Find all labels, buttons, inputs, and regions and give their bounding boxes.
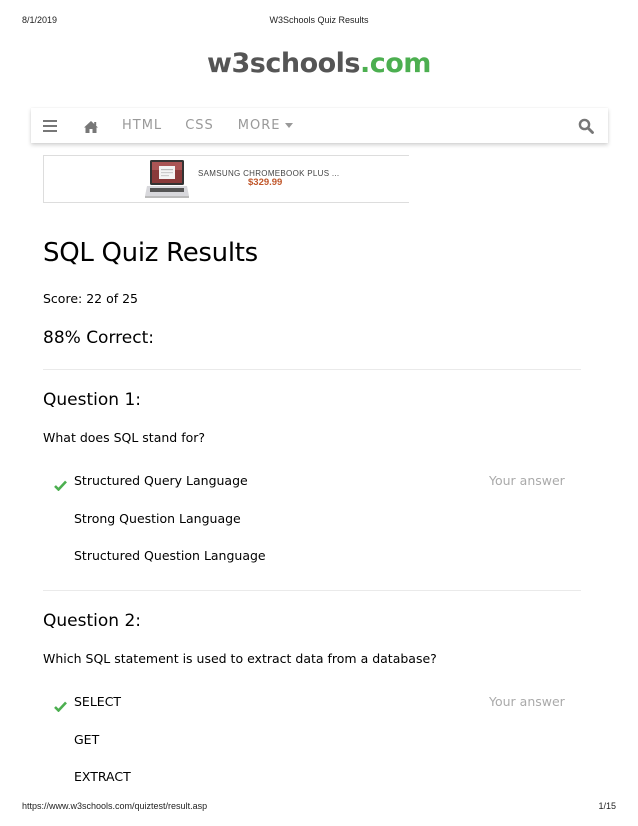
percent-correct: 88% Correct:: [43, 328, 154, 348]
answer-option: EXTRACT: [74, 769, 131, 784]
search-icon[interactable]: [578, 118, 594, 134]
page-title: SQL Quiz Results: [43, 238, 258, 268]
divider: [43, 590, 581, 591]
answer-option: SELECT: [74, 694, 122, 709]
question-title: Question 2:: [43, 611, 141, 631]
advertisement-banner[interactable]: SAMSUNG CHROMEBOOK PLUS ... $329.99: [43, 155, 410, 203]
answer-option: Structured Question Language: [74, 548, 266, 563]
print-page-number: 1/15: [598, 801, 616, 811]
question-text: What does SQL stand for?: [43, 430, 206, 445]
home-icon[interactable]: [83, 119, 99, 133]
your-answer-label: Your answer: [489, 694, 565, 709]
score-text: Score: 22 of 25: [43, 291, 139, 306]
question-text: Which SQL statement is used to extract d…: [43, 651, 437, 666]
checkmark-icon: [54, 476, 67, 492]
laptop-image: [144, 158, 190, 200]
ad-price: $329.99: [248, 177, 283, 188]
divider: [43, 369, 581, 370]
nav-css[interactable]: CSS: [185, 118, 214, 133]
answer-option: GET: [74, 732, 100, 747]
nav-html[interactable]: HTML: [122, 118, 162, 133]
menu-icon[interactable]: [43, 119, 57, 132]
print-title: W3Schools Quiz Results: [269, 15, 369, 25]
your-answer-label: Your answer: [489, 473, 565, 488]
caret-down-icon: [285, 123, 294, 128]
w3schools-logo[interactable]: w3schools.com: [0, 48, 638, 79]
answer-option: Strong Question Language: [74, 511, 241, 526]
nav-more-label: MORE: [237, 118, 281, 133]
answer-option: Structured Query Language: [74, 473, 248, 488]
logo-tld: .com: [360, 48, 431, 79]
question-title: Question 1:: [43, 390, 141, 410]
checkmark-icon: [54, 697, 67, 713]
top-navbar: HTML CSS MORE: [31, 108, 608, 143]
nav-more-dropdown[interactable]: MORE: [238, 118, 294, 133]
logo-main: w3schools: [207, 48, 360, 79]
print-url: https://www.w3schools.com/quiztest/resul…: [22, 801, 208, 811]
